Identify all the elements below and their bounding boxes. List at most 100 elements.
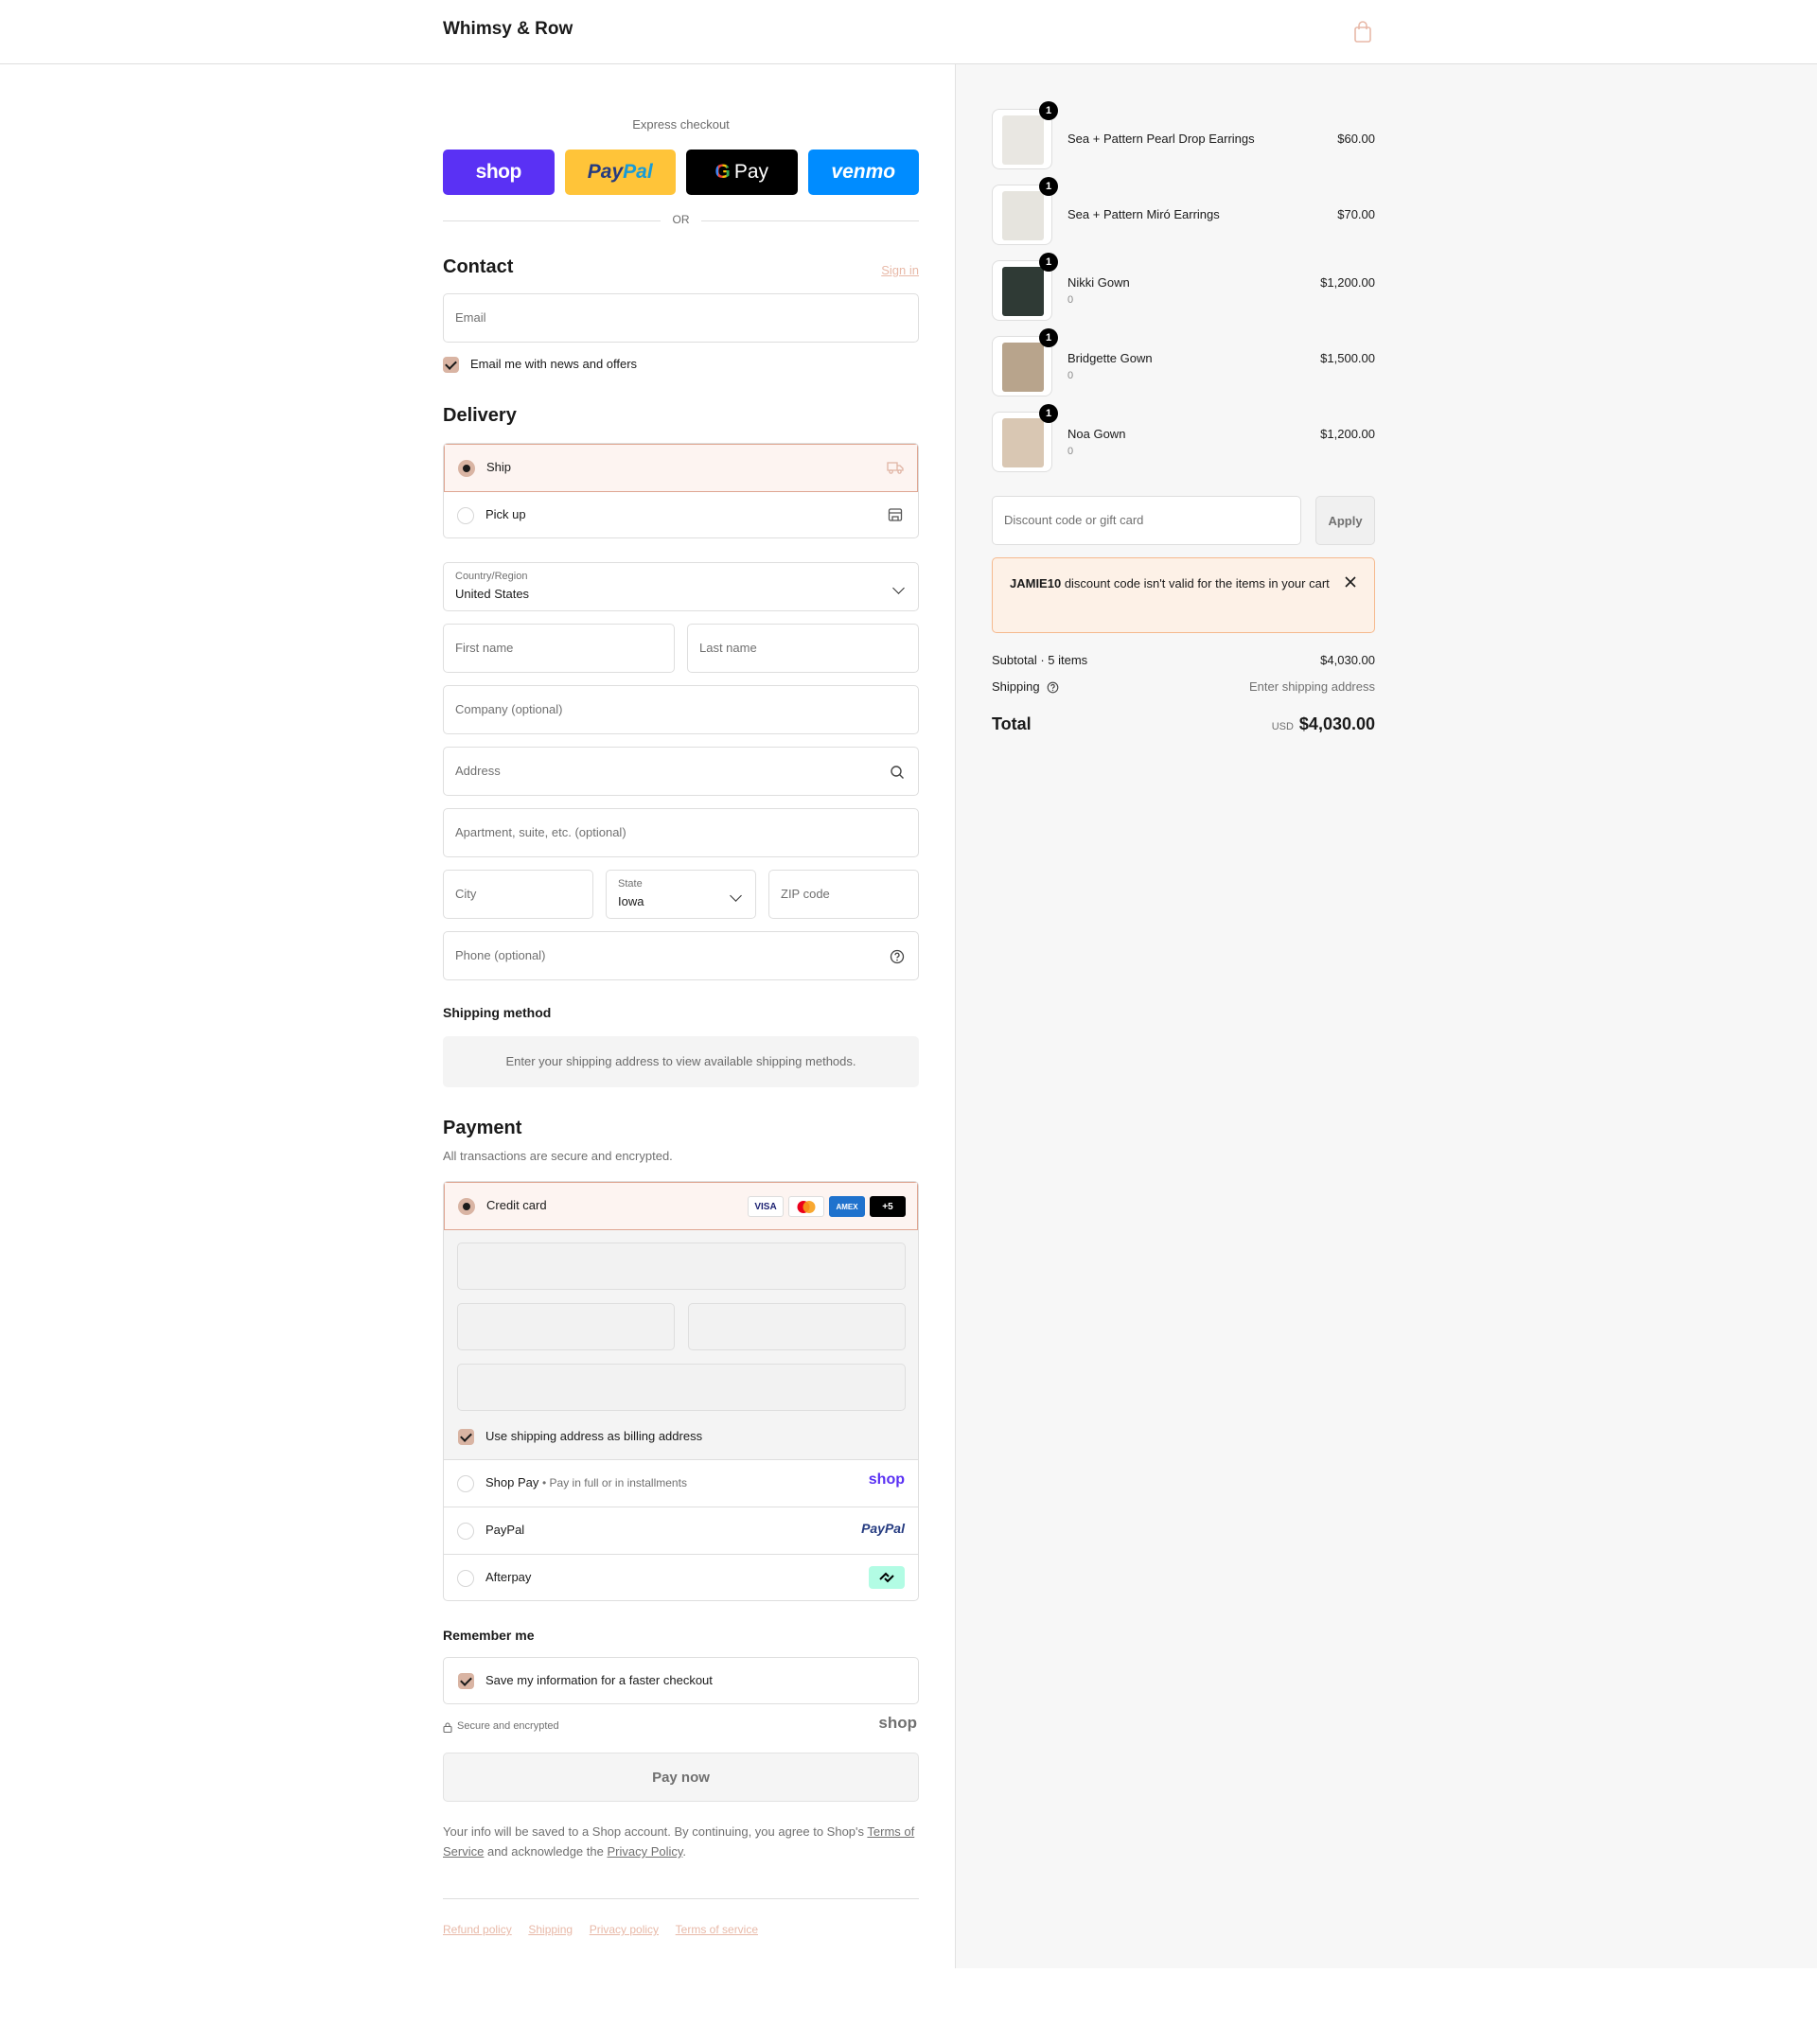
city-field[interactable]: City bbox=[443, 870, 593, 919]
ship-option[interactable]: Ship bbox=[444, 444, 918, 492]
state-value: Iowa bbox=[618, 894, 644, 908]
remember-me-box: Save my information for a faster checkou… bbox=[443, 1657, 919, 1704]
shipping-method-message: Enter your shipping address to view avai… bbox=[443, 1036, 919, 1087]
afterpay-radio[interactable] bbox=[457, 1570, 474, 1587]
privacy-policy-link[interactable]: Privacy policy bbox=[590, 1923, 659, 1936]
pickup-radio[interactable] bbox=[457, 507, 474, 524]
delivery-method-group: Ship Pick up bbox=[443, 443, 919, 538]
billing-address-label: Use shipping address as billing address bbox=[485, 1429, 703, 1443]
paypal-option[interactable]: PayPal PayPal bbox=[444, 1507, 918, 1554]
discount-error-alert: JAMIE10 discount code isn't valid for th… bbox=[992, 557, 1375, 633]
visa-icon: VISA bbox=[748, 1196, 784, 1217]
express-checkout-buttons: shop Pay Pal G Pay venmo bbox=[443, 150, 919, 195]
apartment-field[interactable]: Apartment, suite, etc. (optional) bbox=[443, 808, 919, 857]
credit-card-option[interactable]: Credit card VISA AMEX +5 bbox=[444, 1182, 918, 1230]
shop-pay-radio[interactable] bbox=[457, 1475, 474, 1492]
payment-method-group: Credit card VISA AMEX +5 Use shipping ad… bbox=[443, 1181, 919, 1601]
country-select[interactable]: Country/Region United States bbox=[443, 562, 919, 611]
terms-of-service-link[interactable]: Terms of service bbox=[676, 1923, 758, 1936]
or-divider: OR bbox=[443, 213, 919, 228]
cart-item: 1 Sea + Pattern Pearl Drop Earrings $60.… bbox=[992, 101, 1375, 171]
phone-placeholder: Phone (optional) bbox=[455, 948, 546, 962]
cart-item: 1 Noa Gown 0 $1,200.00 bbox=[992, 404, 1375, 474]
product-image bbox=[1002, 115, 1044, 165]
email-placeholder: Email bbox=[455, 310, 486, 325]
credit-card-radio[interactable] bbox=[458, 1198, 475, 1215]
card-name-field[interactable] bbox=[457, 1364, 906, 1411]
item-variant: 0 bbox=[1067, 446, 1074, 457]
last-name-field[interactable]: Last name bbox=[687, 624, 919, 673]
subtotal-row: Subtotal · 5 items $4,030.00 bbox=[992, 653, 1375, 667]
shop-pay-button[interactable]: shop bbox=[443, 150, 555, 195]
address-field[interactable]: Address bbox=[443, 747, 919, 796]
card-cvv-field[interactable] bbox=[688, 1303, 906, 1350]
more-cards-badge: +5 bbox=[870, 1196, 906, 1217]
card-details-panel: Use shipping address as billing address bbox=[444, 1230, 918, 1459]
item-price: $1,200.00 bbox=[1320, 275, 1375, 290]
email-field[interactable]: Email bbox=[443, 293, 919, 343]
discount-code-field[interactable]: Discount code or gift card bbox=[992, 496, 1301, 545]
help-circle-icon[interactable] bbox=[1047, 681, 1059, 694]
close-icon[interactable] bbox=[1344, 575, 1357, 589]
shipping-label: Shipping bbox=[992, 679, 1040, 694]
card-number-field[interactable] bbox=[457, 1242, 906, 1290]
shop-pay-option[interactable]: Shop Pay • Pay in full or in installment… bbox=[444, 1460, 918, 1507]
google-pay-label: Pay bbox=[733, 161, 769, 183]
billing-address-checkbox[interactable] bbox=[458, 1429, 474, 1445]
shopping-bag-icon[interactable] bbox=[1353, 21, 1372, 44]
product-image bbox=[1002, 343, 1044, 392]
afterpay-icon bbox=[869, 1566, 905, 1589]
cart-item: 1 Sea + Pattern Miró Earrings $70.00 bbox=[992, 177, 1375, 247]
sign-in-link[interactable]: Sign in bbox=[881, 263, 919, 277]
chevron-down-icon bbox=[892, 582, 905, 594]
paypal-logo: PayPal bbox=[861, 1521, 905, 1536]
afterpay-option-label: Afterpay bbox=[485, 1570, 532, 1584]
total-label: Total bbox=[992, 714, 1032, 733]
save-info-label: Save my information for a faster checkou… bbox=[485, 1673, 713, 1687]
paypal-logo-part2: Pal bbox=[623, 161, 653, 183]
afterpay-option[interactable]: Afterpay bbox=[444, 1555, 918, 1600]
product-image bbox=[1002, 191, 1044, 240]
legal-post: . bbox=[682, 1844, 687, 1859]
item-variant: 0 bbox=[1067, 370, 1074, 381]
first-name-field[interactable]: First name bbox=[443, 624, 675, 673]
google-pay-button[interactable]: G Pay bbox=[686, 150, 798, 195]
save-info-checkbox[interactable] bbox=[458, 1673, 474, 1689]
item-price: $1,500.00 bbox=[1320, 351, 1375, 365]
quantity-badge: 1 bbox=[1039, 101, 1058, 120]
or-text: OR bbox=[672, 213, 690, 226]
shop-pay-sub: Pay in full or in installments bbox=[549, 1476, 687, 1489]
refund-policy-link[interactable]: Refund policy bbox=[443, 1923, 512, 1936]
apply-discount-button[interactable]: Apply bbox=[1315, 496, 1375, 545]
item-price: $1,200.00 bbox=[1320, 427, 1375, 441]
paypal-button[interactable]: Pay Pal bbox=[564, 150, 676, 195]
paypal-radio[interactable] bbox=[457, 1523, 474, 1540]
shop-logo: shop bbox=[878, 1714, 917, 1732]
pickup-option[interactable]: Pick up bbox=[444, 492, 918, 537]
zip-placeholder: ZIP code bbox=[781, 887, 830, 901]
lock-icon bbox=[443, 1722, 452, 1733]
state-select[interactable]: State Iowa bbox=[606, 870, 756, 919]
store-icon bbox=[888, 508, 903, 521]
newsletter-checkbox[interactable] bbox=[443, 357, 459, 373]
help-circle-icon[interactable] bbox=[890, 949, 905, 964]
cart-item: 1 Bridgette Gown 0 $1,500.00 bbox=[992, 328, 1375, 398]
phone-field[interactable]: Phone (optional) bbox=[443, 931, 919, 980]
product-image bbox=[1002, 267, 1044, 316]
country-label: Country/Region bbox=[455, 571, 528, 582]
pay-now-button[interactable]: Pay now bbox=[443, 1753, 919, 1802]
amex-icon: AMEX bbox=[829, 1196, 865, 1217]
quantity-badge: 1 bbox=[1039, 253, 1058, 272]
store-logo[interactable]: Whimsy & Row bbox=[443, 19, 573, 40]
zip-field[interactable]: ZIP code bbox=[768, 870, 919, 919]
privacy-link[interactable]: Privacy Policy bbox=[607, 1844, 682, 1859]
newsletter-label: Email me with news and offers bbox=[470, 357, 638, 371]
ship-radio[interactable] bbox=[458, 460, 475, 477]
card-expiry-field[interactable] bbox=[457, 1303, 675, 1350]
company-field[interactable]: Company (optional) bbox=[443, 685, 919, 734]
total-row: Total USD $4,030.00 bbox=[992, 714, 1375, 739]
footer-links: Refund policy Shipping Privacy policy Te… bbox=[443, 1922, 771, 1936]
shipping-policy-link[interactable]: Shipping bbox=[528, 1923, 573, 1936]
delivery-heading: Delivery bbox=[443, 405, 517, 426]
venmo-button[interactable]: venmo bbox=[807, 150, 919, 195]
